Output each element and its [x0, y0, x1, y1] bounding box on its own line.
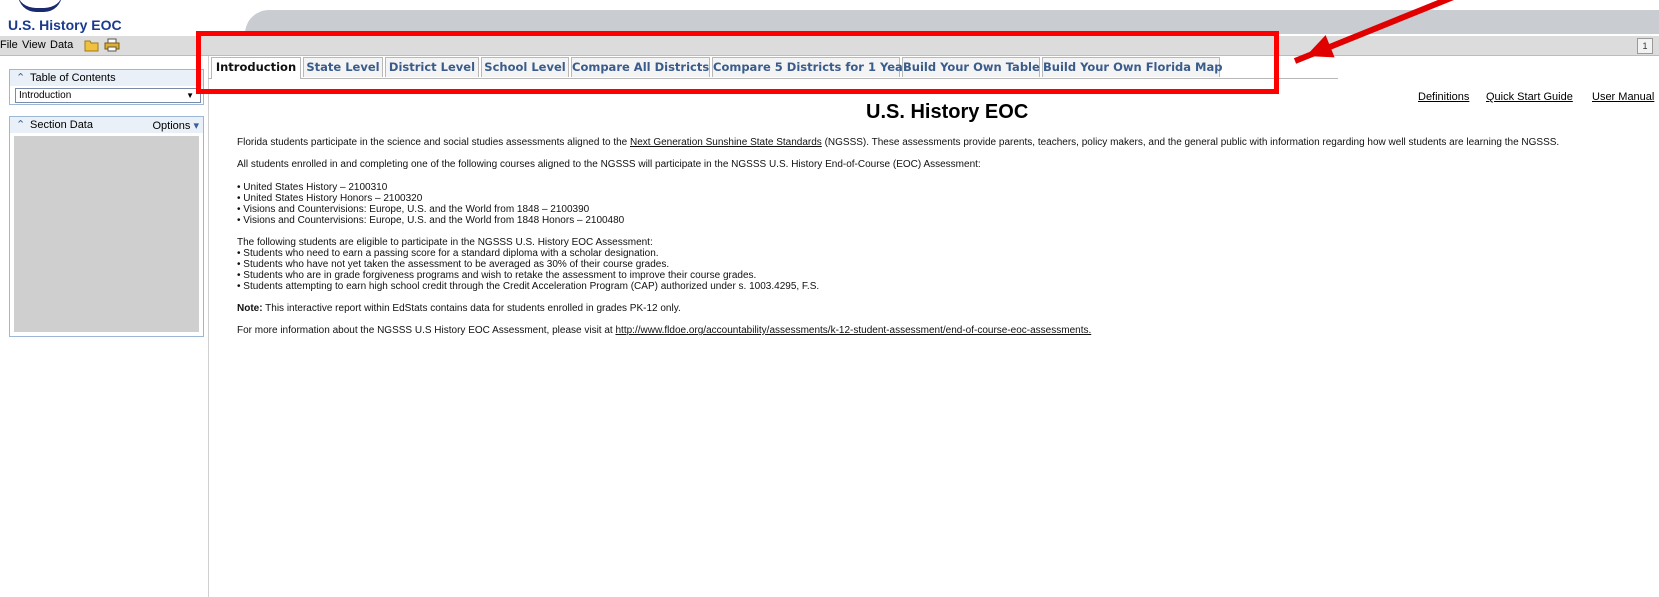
course-list: • United States History – 2100310 • Unit… — [237, 182, 1647, 226]
tab-district-level[interactable]: District Level — [385, 57, 479, 77]
list-item: • United States History – 2100310 — [237, 182, 388, 193]
toc-selected-value: Introduction — [19, 90, 72, 101]
tab-school-level[interactable]: School Level — [481, 57, 569, 77]
tab-build-your-own-table[interactable]: Build Your Own Table — [902, 57, 1040, 77]
section-data-panel: ⌃ Section Data Options ▾ — [9, 116, 204, 337]
main-content: Florida students participate in the scie… — [237, 137, 1647, 336]
options-label: Options — [152, 120, 191, 132]
chevron-down-icon: ▾ — [193, 120, 199, 132]
menu-view[interactable]: View — [22, 39, 46, 51]
menu-file[interactable]: File — [0, 39, 18, 51]
logo — [18, 0, 62, 12]
eligible-list: • Students who need to earn a passing sc… — [237, 248, 1647, 292]
list-item: • United States History Honors – 2100320 — [237, 193, 423, 204]
user-manual-link[interactable]: User Manual — [1592, 91, 1654, 103]
note-label: Note: — [237, 303, 263, 314]
app-title: U.S. History EOC — [8, 17, 122, 33]
options-menu[interactable]: Options ▾ — [152, 119, 199, 132]
section-data-body — [14, 136, 199, 332]
courses-intro: All students enrolled in and completing … — [237, 159, 981, 170]
tab-build-your-own-florida-map[interactable]: Build Your Own Florida Map — [1042, 57, 1222, 77]
toc-panel: ⌃ Table of Contents Introduction ▼ — [9, 69, 204, 105]
sidebar: ⌃ Table of Contents Introduction ▼ ⌃ Sec… — [0, 56, 209, 597]
more-info-text: For more information about the NGSSS U.S… — [237, 325, 616, 336]
list-item: • Visions and Countervisions: Europe, U.… — [237, 215, 625, 226]
definitions-link[interactable]: Definitions — [1418, 91, 1469, 103]
tab-compare-5-districts[interactable]: Compare 5 Districts for 1 Year — [712, 57, 909, 77]
menu-bar: File View Data 1 — [0, 36, 1659, 56]
list-item: • Visions and Countervisions: Europe, U.… — [237, 204, 590, 215]
quick-start-guide-link[interactable]: Quick Start Guide — [1486, 91, 1573, 103]
ngsss-link[interactable]: Next Generation Sunshine State Standards — [630, 137, 822, 148]
menu-data[interactable]: Data — [50, 39, 73, 51]
intro-text-end: (NGSSS). These assessments provide paren… — [821, 137, 1560, 148]
toc-title: Table of Contents — [30, 72, 116, 84]
toc-panel-header[interactable]: ⌃ Table of Contents — [10, 70, 203, 86]
page-number[interactable]: 1 — [1637, 38, 1653, 54]
list-item: • Students who need to earn a passing sc… — [237, 248, 659, 259]
section-data-header[interactable]: ⌃ Section Data Options ▾ — [10, 117, 203, 133]
note-paragraph: Note: This interactive report within EdS… — [237, 303, 1647, 314]
more-info-paragraph: For more information about the NGSSS U.S… — [237, 325, 1647, 336]
note-text: This interactive report within EdStats c… — [262, 303, 681, 314]
tab-bar: Introduction State Level District Level … — [208, 56, 1338, 79]
header-swoosh — [245, 10, 1659, 34]
intro-paragraph: Florida students participate in the scie… — [237, 137, 1647, 148]
tab-introduction[interactable]: Introduction — [211, 57, 301, 79]
intro-text: Florida students participate in the scie… — [237, 137, 630, 148]
collapse-icon[interactable]: ⌃ — [16, 71, 25, 84]
eligible-intro: The following students are eligible to p… — [237, 237, 653, 248]
list-item: • Students attempting to earn high schoo… — [237, 281, 820, 292]
open-folder-icon[interactable] — [84, 38, 99, 52]
page-title: U.S. History EOC — [866, 101, 1029, 123]
chevron-down-icon[interactable]: ▼ — [186, 89, 194, 102]
list-item: • Students who have not yet taken the as… — [237, 259, 670, 270]
list-item: • Students who are in grade forgiveness … — [237, 270, 757, 281]
collapse-icon[interactable]: ⌃ — [16, 118, 25, 131]
fldoe-link[interactable]: http://www.fldoe.org/accountability/asse… — [615, 325, 1091, 336]
tab-compare-all-districts[interactable]: Compare All Districts — [571, 57, 710, 77]
toc-dropdown[interactable]: Introduction ▼ — [15, 88, 201, 103]
tab-state-level[interactable]: State Level — [303, 57, 383, 77]
print-icon[interactable] — [104, 38, 120, 52]
section-data-title: Section Data — [30, 119, 93, 131]
